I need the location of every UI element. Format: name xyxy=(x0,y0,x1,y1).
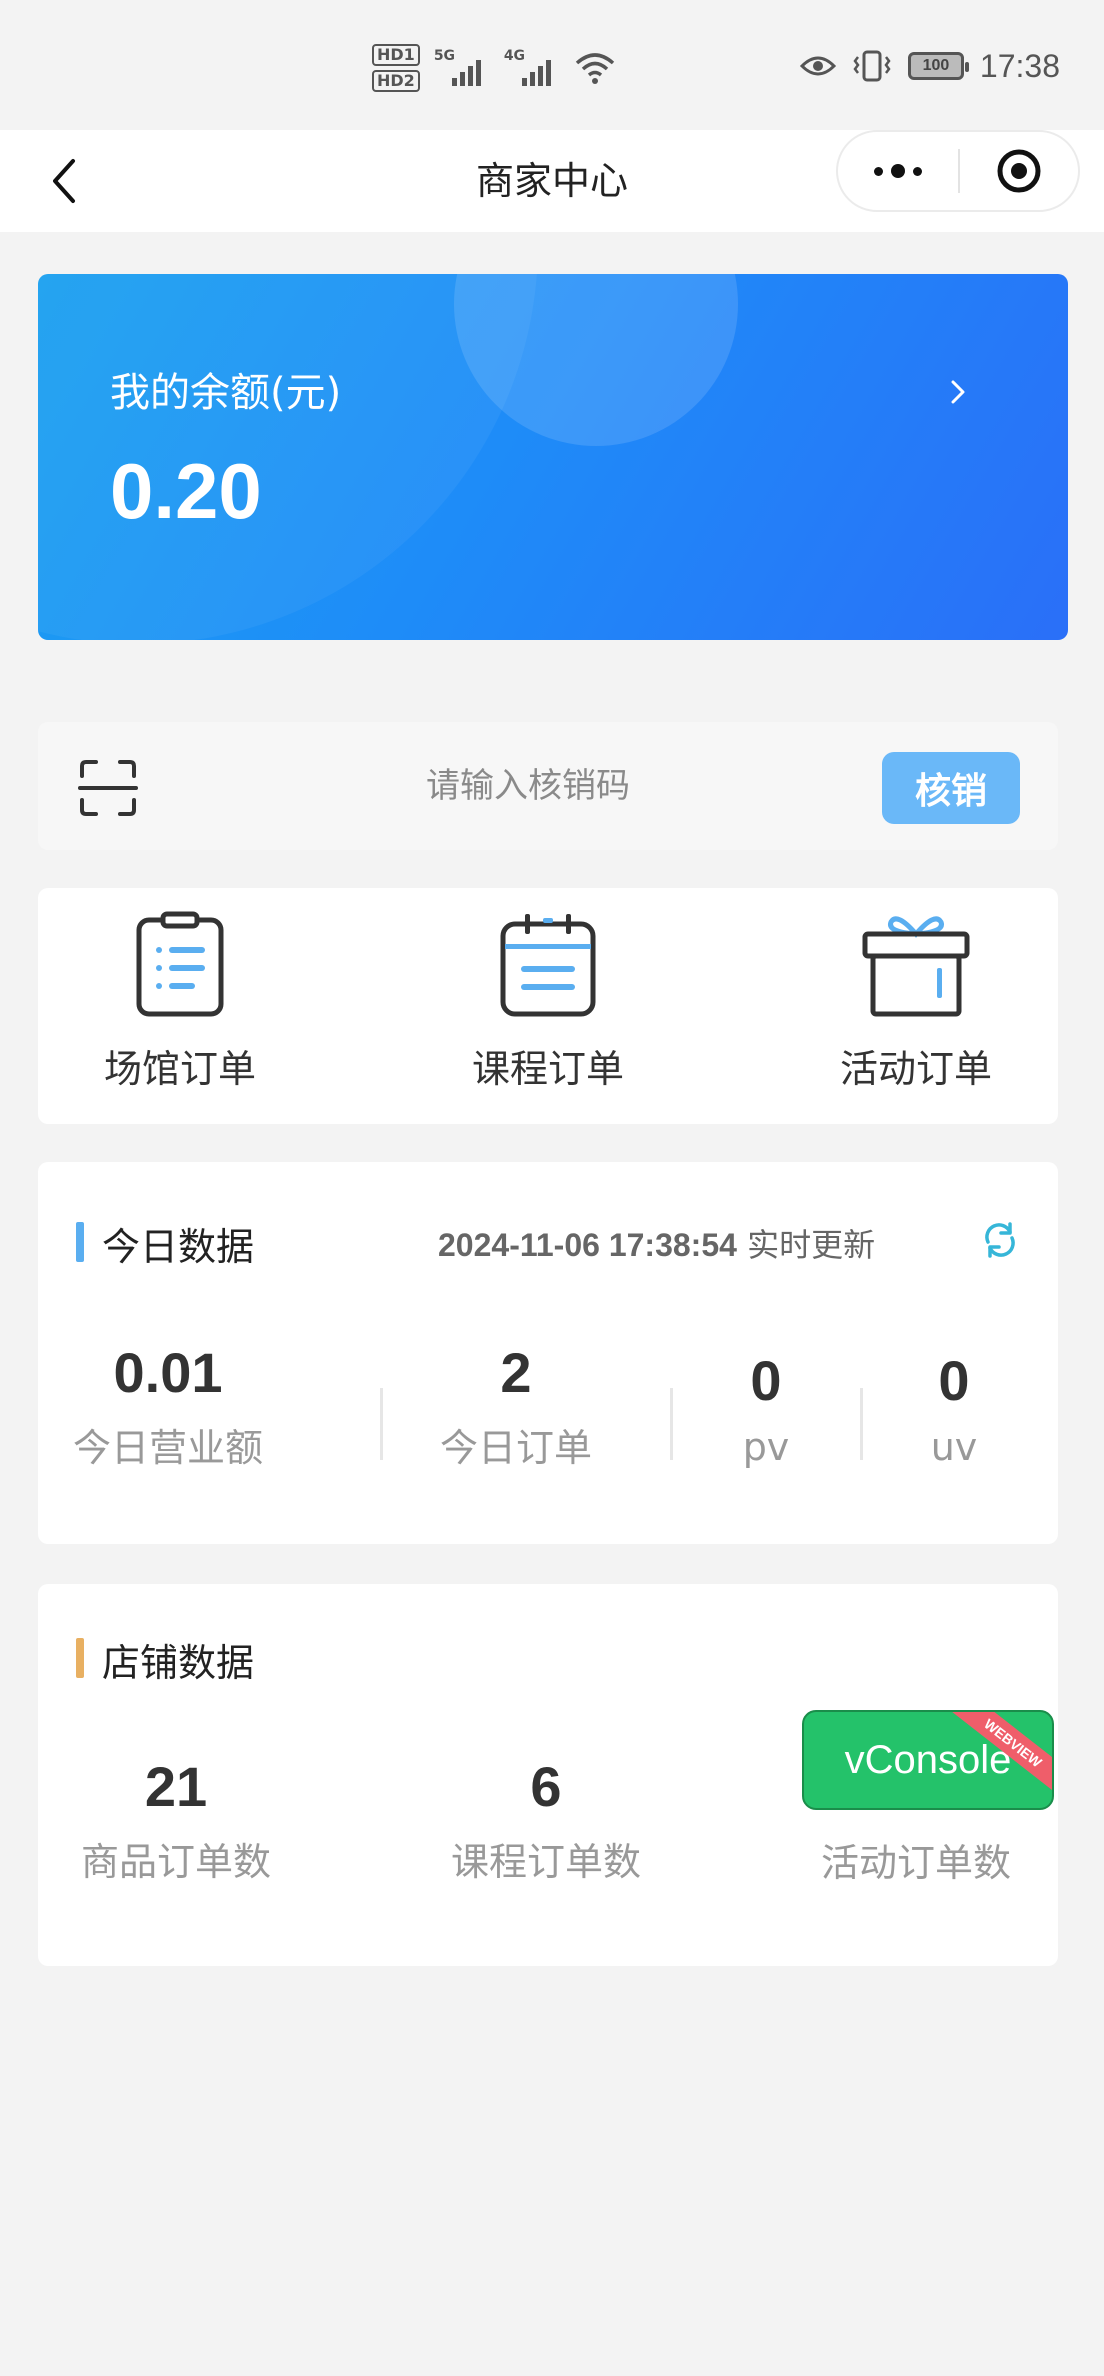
clock: 17:38 xyxy=(979,47,1060,84)
hd-badges: HD1 HD2 xyxy=(372,44,420,92)
status-right-group: 100 17:38 xyxy=(799,44,1060,88)
signal-4g-icon: 4G xyxy=(504,48,560,88)
gift-box-icon xyxy=(862,916,970,1017)
activity-orders-label: 活动订单 xyxy=(839,1047,992,1091)
section-accent-bar xyxy=(76,1222,84,1262)
stat-label: 今日订单 xyxy=(439,1426,592,1470)
balance-label: 我的余额(元) xyxy=(110,370,342,416)
course-orders-stat: 6 课程订单数 xyxy=(438,1754,654,1886)
stat-label: 活动订单数 xyxy=(820,1841,1011,1885)
clipboard-list-icon xyxy=(136,911,224,1017)
more-dot xyxy=(913,166,922,176)
stat-label: uv xyxy=(930,1425,978,1469)
scan-button[interactable] xyxy=(78,758,138,818)
scan-icon xyxy=(78,760,138,816)
hd-badge-1: HD1 xyxy=(372,44,420,66)
today-data-title: 今日数据 xyxy=(102,1225,255,1269)
realtime-update-label: 实时更新 xyxy=(747,1226,876,1264)
venue-orders-label: 场馆订单 xyxy=(103,1047,256,1091)
today-data-card: 今日数据 2024-11-06 17:38:54 实时更新 0.01 今日营业额… xyxy=(38,1162,1058,1544)
section-accent-bar xyxy=(76,1638,84,1678)
update-timestamp: 2024-11-06 17:38:54 实时更新 xyxy=(438,1220,875,1266)
wifi-icon xyxy=(575,53,614,84)
calendar-list-icon xyxy=(500,914,596,1017)
nav-bar: 商家中心 xyxy=(0,130,1104,232)
stat-label: 课程订单数 xyxy=(450,1840,641,1884)
stat-label: 今日营业额 xyxy=(72,1426,263,1470)
more-button[interactable] xyxy=(838,132,958,210)
stat-divider xyxy=(380,1388,383,1460)
verify-code-bar: 核销 xyxy=(38,722,1058,850)
stat-divider xyxy=(670,1388,673,1460)
timestamp-value: 2024-11-06 17:38:54 xyxy=(438,1227,737,1263)
shop-data-title: 店铺数据 xyxy=(102,1641,255,1685)
more-dot xyxy=(891,164,905,178)
target-circle-icon xyxy=(997,149,1041,193)
battery-icon: 100 xyxy=(907,52,969,80)
vconsole-label: vConsole xyxy=(844,1737,1012,1782)
signal-5g-icon: 5G xyxy=(434,48,490,88)
product-orders-stat: 21 商品订单数 xyxy=(68,1754,284,1886)
hd-badge-2: HD2 xyxy=(372,70,420,92)
stat-label: pv xyxy=(742,1425,790,1469)
back-button[interactable] xyxy=(34,148,94,214)
pv-stat: 0 pv xyxy=(718,1348,814,1469)
stat-value: 0.01 xyxy=(113,1341,223,1404)
verify-button[interactable]: 核销 xyxy=(882,752,1020,824)
stat-value: 2 xyxy=(500,1341,532,1404)
chevron-right-icon xyxy=(951,380,965,404)
chevron-left-icon xyxy=(53,159,75,203)
today-revenue-stat: 0.01 今日营业额 xyxy=(68,1340,268,1472)
more-dot xyxy=(874,166,883,176)
order-shortcuts: 场馆订单 课程订单 活动订单 xyxy=(38,888,1058,1124)
vibrate-icon xyxy=(853,50,891,82)
verify-code-input[interactable] xyxy=(278,746,778,826)
refresh-icon xyxy=(985,1222,1015,1258)
stat-value: 21 xyxy=(144,1755,208,1818)
stat-divider xyxy=(860,1388,863,1460)
mini-program-capsule xyxy=(836,130,1080,212)
balance-value: 0.20 xyxy=(110,447,262,535)
eye-icon xyxy=(799,56,836,76)
status-bar: HD1 HD2 5G 4G 100 17:38 xyxy=(0,0,1104,130)
activity-orders-button[interactable]: 活动订单 xyxy=(806,910,1026,1110)
balance-card[interactable]: 我的余额(元) 0.20 xyxy=(38,274,1068,640)
stat-value: 6 xyxy=(530,1755,562,1818)
uv-stat: 0 uv xyxy=(906,1348,1002,1469)
course-orders-label: 课程订单 xyxy=(471,1047,624,1091)
venue-orders-button[interactable]: 场馆订单 xyxy=(70,910,290,1110)
stat-value: 0 xyxy=(938,1349,970,1412)
close-mini-program-button[interactable] xyxy=(960,132,1078,210)
stat-label: 商品订单数 xyxy=(80,1840,271,1884)
course-orders-button[interactable]: 课程订单 xyxy=(438,910,658,1110)
status-network-group: HD1 HD2 5G 4G xyxy=(372,36,616,100)
stat-value: 0 xyxy=(750,1349,782,1412)
refresh-button[interactable] xyxy=(980,1220,1020,1260)
vconsole-button[interactable]: vConsole WEBVIEW xyxy=(802,1710,1054,1810)
today-orders-stat: 2 今日订单 xyxy=(416,1340,616,1472)
balance-detail-arrow[interactable] xyxy=(938,372,978,412)
